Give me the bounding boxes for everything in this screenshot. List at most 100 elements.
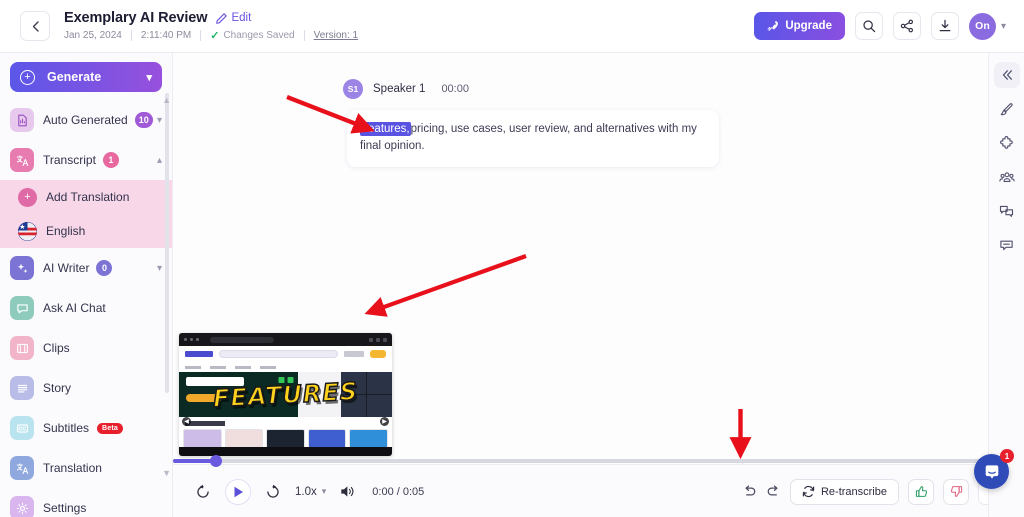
share-icon bbox=[900, 19, 913, 33]
redo-button[interactable] bbox=[766, 484, 781, 499]
thumbs-down-icon bbox=[950, 486, 962, 497]
app-header: Exemplary AI Review Edit Jan 25, 2024 2:… bbox=[0, 0, 1024, 53]
collapse-double-chevron-icon bbox=[1002, 70, 1012, 80]
playback-speed-label: 1.0x bbox=[295, 485, 317, 498]
transcript-panel: S1 Speaker 1 00:00 Features,pricing, use… bbox=[343, 79, 763, 167]
sidebar-scrollbar[interactable] bbox=[165, 93, 169, 483]
thumbs-up-button[interactable] bbox=[908, 478, 934, 505]
segment-timestamp[interactable]: 00:00 bbox=[441, 83, 469, 95]
thumbs-down-button[interactable] bbox=[943, 478, 969, 505]
transcript-text[interactable]: pricing, use cases, user review, and alt… bbox=[360, 123, 697, 152]
comments-button[interactable] bbox=[994, 232, 1020, 258]
save-status-label: Changes Saved bbox=[223, 30, 295, 41]
people-group-icon bbox=[998, 171, 1015, 182]
video-footer-bar bbox=[179, 447, 392, 456]
volume-button[interactable] bbox=[340, 484, 356, 499]
avatar: On bbox=[968, 12, 996, 40]
browser-tabs bbox=[179, 362, 392, 372]
rewind-button[interactable] bbox=[195, 484, 211, 500]
seek-bar[interactable] bbox=[173, 455, 1024, 467]
sidebar-item-label: Translation bbox=[43, 461, 102, 475]
sidebar-item-settings[interactable]: Settings bbox=[0, 488, 172, 517]
speaker-name[interactable]: Speaker 1 bbox=[373, 83, 425, 95]
playback-speed-selector[interactable]: 1.0x ▾ bbox=[295, 486, 326, 498]
plus-icon: + bbox=[18, 187, 37, 207]
sidebar-subitem-add-translation[interactable]: + Add Translation bbox=[0, 180, 172, 214]
save-status: ✓ Changes Saved bbox=[210, 29, 294, 42]
translate-icon bbox=[10, 456, 34, 480]
check-icon: ✓ bbox=[210, 30, 220, 42]
scrollbar-thumb[interactable] bbox=[165, 93, 169, 393]
badge-count: 0 bbox=[96, 260, 113, 276]
chat-bubble-icon bbox=[10, 296, 34, 320]
sidebar-nav: Auto Generated 10 ▾ Transcript 1 ▴ + Add… bbox=[0, 100, 172, 517]
scroll-up-icon[interactable]: ▲ bbox=[162, 95, 171, 105]
play-button[interactable] bbox=[225, 478, 251, 505]
sidebar-item-translation[interactable]: Translation bbox=[0, 448, 172, 488]
chevron-left-icon bbox=[32, 20, 39, 32]
badge-count: 10 bbox=[134, 112, 153, 128]
generate-label: Generate bbox=[47, 70, 102, 84]
collapse-panel-button[interactable] bbox=[993, 62, 1020, 88]
header-actions: Upgrade On ▾ bbox=[754, 12, 1006, 40]
sidebar-item-label: Subtitles bbox=[43, 421, 90, 435]
sidebar-item-label: AI Writer bbox=[43, 261, 90, 275]
undo-icon bbox=[745, 485, 756, 496]
volume-icon bbox=[341, 486, 354, 497]
version-link[interactable]: Version: 1 bbox=[314, 30, 358, 41]
sidebar-item-auto-generated[interactable]: Auto Generated 10 ▾ bbox=[0, 100, 172, 140]
back-button[interactable] bbox=[20, 11, 50, 41]
sidebar-item-story[interactable]: Story bbox=[0, 368, 172, 408]
account-menu[interactable]: On ▾ bbox=[968, 12, 1006, 40]
seek-track[interactable] bbox=[173, 455, 1024, 467]
integrations-button[interactable] bbox=[994, 130, 1020, 156]
sidebar-item-ask-ai-chat[interactable]: Ask AI Chat bbox=[0, 288, 172, 328]
brush-tool-button[interactable] bbox=[994, 96, 1020, 122]
sidebar-subitem-label: English bbox=[46, 224, 86, 238]
chevron-down-icon: ▾ bbox=[1000, 20, 1006, 32]
upgrade-label: Upgrade bbox=[785, 20, 832, 32]
sidebar-item-label: Settings bbox=[43, 501, 87, 515]
transcript-bubble[interactable]: Features,pricing, use cases, user review… bbox=[347, 110, 719, 167]
sidebar-item-label: Story bbox=[43, 381, 72, 395]
edit-label: Edit bbox=[231, 12, 252, 24]
highlighted-word[interactable]: Features, bbox=[360, 122, 411, 136]
browser-navbar bbox=[179, 346, 392, 362]
flag-icon bbox=[18, 221, 37, 241]
chevron-down-icon: ▾ bbox=[146, 71, 152, 84]
chevron-up-icon[interactable]: ▴ bbox=[157, 155, 162, 166]
comment-bubble-icon bbox=[1000, 240, 1013, 250]
sidebar-item-clips[interactable]: Clips bbox=[0, 328, 172, 368]
undo-button[interactable] bbox=[742, 484, 757, 499]
chevron-down-icon[interactable]: ▾ bbox=[157, 263, 162, 274]
redo-icon bbox=[767, 485, 778, 496]
scroll-down-icon[interactable]: ▼ bbox=[162, 468, 171, 478]
discussions-button[interactable] bbox=[994, 198, 1020, 224]
edit-title-button[interactable]: Edit bbox=[216, 12, 251, 24]
download-button[interactable] bbox=[930, 12, 959, 40]
search-button[interactable] bbox=[854, 12, 883, 40]
rewind-10-icon bbox=[197, 484, 209, 498]
speaker-avatar: S1 bbox=[343, 79, 363, 99]
sidebar-item-transcript[interactable]: Transcript 1 ▴ bbox=[0, 140, 172, 180]
sidebar-subitem-english[interactable]: English bbox=[0, 214, 172, 248]
film-icon bbox=[10, 336, 34, 360]
badge-count: 1 bbox=[102, 152, 119, 168]
sparkle-icon bbox=[10, 256, 34, 280]
generate-button[interactable]: + Generate ▾ bbox=[10, 62, 162, 92]
chevron-down-icon[interactable]: ▾ bbox=[157, 115, 162, 126]
forward-button[interactable] bbox=[265, 484, 281, 500]
sidebar-subitem-label: Add Translation bbox=[46, 190, 130, 204]
re-transcribe-button[interactable]: Re-transcribe bbox=[789, 478, 899, 505]
puzzle-icon bbox=[1000, 135, 1013, 149]
player-bar: 1.0x ▾ 0:00 / 0:05 Re-transcribe bbox=[173, 455, 1024, 517]
main-content: S1 Speaker 1 00:00 Features,pricing, use… bbox=[173, 53, 988, 517]
collaborators-button[interactable] bbox=[994, 164, 1020, 190]
share-button[interactable] bbox=[892, 12, 921, 40]
upgrade-button[interactable]: Upgrade bbox=[754, 12, 845, 40]
video-preview[interactable]: ◀ ▶ FEATURES bbox=[179, 333, 392, 456]
brush-icon bbox=[1000, 102, 1013, 115]
sidebar-item-subtitles[interactable]: Subtitles Beta bbox=[0, 408, 172, 448]
meta-divider-3 bbox=[303, 30, 305, 41]
sidebar-item-ai-writer[interactable]: AI Writer 0 ▾ bbox=[0, 248, 172, 288]
